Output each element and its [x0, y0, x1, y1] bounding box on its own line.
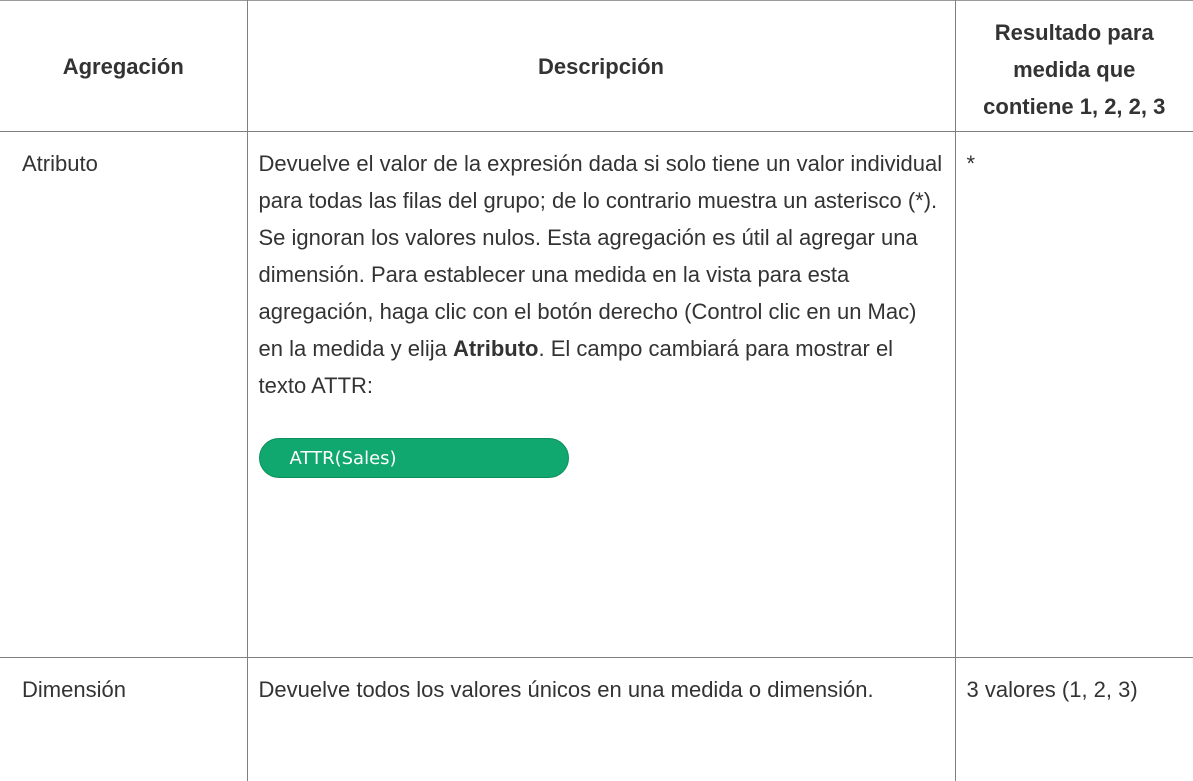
description-text: Devuelve el valor de la expresión dada s… — [259, 145, 943, 404]
table-row: Dimensión Devuelve todos los valores úni… — [0, 658, 1193, 781]
header-description: Descripción — [247, 1, 955, 132]
aggregation-table-container: Agregación Descripción Resultado para me… — [0, 0, 1193, 740]
header-result-line2: medida que — [956, 51, 1193, 88]
aggregation-cell: Atributo — [0, 132, 247, 658]
table-row: Atributo Devuelve el valor de la expresi… — [0, 132, 1193, 658]
aggregation-table: Agregación Descripción Resultado para me… — [0, 0, 1193, 781]
header-result: Resultado para medida que contiene 1, 2,… — [955, 1, 1193, 132]
result-cell: * — [955, 132, 1193, 658]
description-cell: Devuelve el valor de la expresión dada s… — [247, 132, 955, 658]
header-aggregation: Agregación — [0, 1, 247, 132]
table-header-row: Agregación Descripción Resultado para me… — [0, 1, 1193, 132]
description-bold-term: Atributo — [453, 336, 539, 361]
aggregation-cell: Dimensión — [0, 658, 247, 781]
header-result-line1: Resultado para — [956, 14, 1193, 51]
description-cell: Devuelve todos los valores únicos en una… — [247, 658, 955, 781]
header-result-line3: contiene 1, 2, 2, 3 — [956, 88, 1193, 125]
attr-field-pill: ATTR(Sales) — [259, 438, 569, 478]
description-text-start: Devuelve el valor de la expresión dada s… — [259, 151, 943, 361]
result-cell: 3 valores (1, 2, 3) — [955, 658, 1193, 781]
